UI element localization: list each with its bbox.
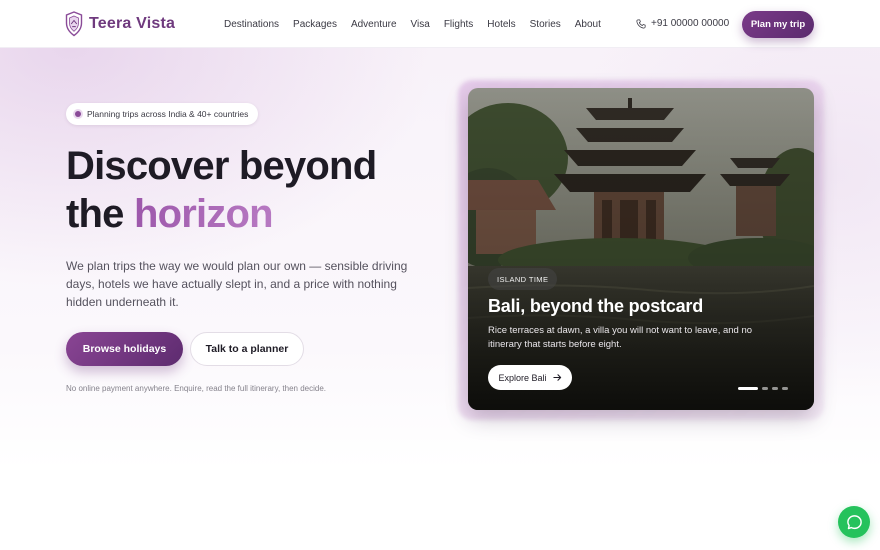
featured-destination-card: ISLAND TIME Bali, beyond the postcard Ri… (468, 88, 814, 410)
site-header: Teera Vista Destinations Packages Advent… (0, 0, 880, 48)
explore-bali-label: Explore Bali (498, 372, 547, 383)
card-title: Bali, beyond the postcard (488, 296, 704, 316)
shield-crest-icon (65, 11, 83, 37)
bali-temple-image (468, 88, 814, 410)
nav-item-about[interactable]: About (575, 19, 601, 30)
nav-item-hotels[interactable]: Hotels (487, 19, 515, 30)
nav-item-flights[interactable]: Flights (444, 19, 473, 30)
brand-logo-link[interactable]: Teera Vista (65, 11, 175, 37)
phone-icon (636, 18, 646, 28)
dot-icon (75, 111, 81, 117)
hero-headline: Discover beyond the horizon (66, 142, 377, 238)
carousel-dot-2[interactable] (762, 387, 768, 390)
hero-subtext: We plan trips the way we would plan our … (66, 259, 408, 309)
nav-item-visa[interactable]: Visa (411, 19, 430, 30)
whatsapp-chat-button[interactable] (838, 506, 870, 538)
phone-link[interactable]: +91 00000 00000 (636, 18, 729, 29)
talk-to-planner-button[interactable]: Talk to a planner (190, 332, 304, 366)
nav-item-adventure[interactable]: Adventure (351, 19, 397, 30)
nav-item-destinations[interactable]: Destinations (224, 19, 279, 30)
coverage-badge-text: Planning trips across India & 40+ countr… (87, 109, 249, 119)
phone-number: +91 00000 00000 (651, 18, 730, 29)
main-nav: Destinations Packages Adventure Visa Fli… (224, 0, 615, 48)
headline-line-2-plain: the (66, 192, 124, 236)
plan-my-trip-button[interactable]: Plan my trip (742, 11, 814, 38)
carousel-dot-4[interactable] (782, 387, 788, 390)
explore-bali-button[interactable]: Explore Bali (488, 365, 572, 390)
arrow-right-icon (552, 374, 561, 381)
nav-item-stories[interactable]: Stories (530, 19, 561, 30)
brand-name: Teera Vista (89, 15, 176, 32)
payment-note: No online payment anywhere. Enquire, rea… (66, 384, 327, 393)
headline-accent-word: horizon (133, 192, 274, 236)
card-category-tag: ISLAND TIME (488, 268, 558, 290)
carousel-dot-1[interactable] (738, 387, 758, 390)
nav-item-packages[interactable]: Packages (293, 19, 337, 30)
coverage-badge: Planning trips across India & 40+ countr… (66, 103, 259, 125)
card-description: Rice terraces at dawn, a villa you will … (488, 325, 753, 350)
whatsapp-chat-icon (846, 514, 862, 529)
carousel-dot-3[interactable] (772, 387, 778, 390)
headline-line-1: Discover beyond (66, 144, 377, 188)
carousel-indicators (738, 387, 788, 390)
browse-holidays-button[interactable]: Browse holidays (66, 332, 183, 366)
